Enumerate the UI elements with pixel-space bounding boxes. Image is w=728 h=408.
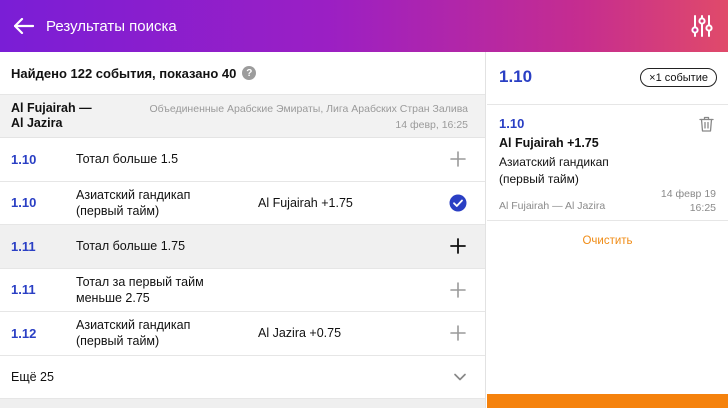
bet-odd: 1.10 (11, 151, 37, 167)
bet-slip-panel: 1.10 ×1 событие 1.10 Al Fujairah +1.75 А… (487, 52, 728, 408)
bet-selection: Al Fujairah +1.75 (258, 195, 353, 210)
bet-market: Азиатский гандикап (первый тайм) (76, 182, 190, 225)
bet-market: Тотал больше 1.5 (76, 138, 178, 181)
slip-count-badge[interactable]: ×1 событие (640, 68, 717, 87)
slip-item-match: Al Fujairah — Al Jazira (499, 200, 606, 212)
plus-icon[interactable] (449, 150, 467, 168)
filter-button[interactable] (690, 14, 714, 38)
bet-odd: 1.10 (11, 195, 37, 211)
chevron-down-icon (454, 373, 466, 380)
match-header[interactable]: Al Fujairah — Al Jazira Объединенные Ара… (0, 95, 485, 138)
top-bar: Результаты поиска (0, 0, 728, 52)
check-circle-icon[interactable] (449, 194, 467, 212)
bet-odd: 1.11 (11, 282, 36, 298)
plus-icon[interactable] (449, 237, 467, 255)
back-button[interactable] (4, 0, 44, 52)
bet-row[interactable]: 1.10 Тотал больше 1.5 (0, 138, 485, 182)
match-date: 14 февр, 16:25 (395, 119, 468, 131)
bet-market: Азиатский гандикап (первый тайм) (76, 312, 190, 355)
arrow-left-icon (14, 18, 34, 34)
bet-market-line: (первый тайм) (76, 203, 160, 218)
slip-item-market: Азиатский гандикап (первый тайм) (499, 155, 609, 186)
slip-item-selection: Al Fujairah +1.75 (499, 136, 599, 150)
help-icon[interactable]: ? (242, 66, 257, 80)
bet-market-line: Тотал за первый тайм (76, 274, 204, 289)
slip-item-time-line: 16:25 (689, 202, 716, 214)
trash-icon[interactable] (699, 116, 714, 132)
match-league: Объединенные Арабские Эмираты, Лига Араб… (149, 103, 468, 115)
bet-odd: 1.12 (11, 325, 37, 341)
slip-item-odd: 1.10 (499, 116, 525, 131)
bet-row[interactable]: 1.10 Азиатский гандикап (первый тайм) Al… (0, 182, 485, 225)
plus-icon[interactable] (449, 281, 467, 299)
bet-market-line: (первый тайм) (76, 334, 160, 349)
bet-row[interactable]: 1.11 Тотал больше 1.75 (0, 225, 485, 269)
clear-button[interactable]: Очистить (487, 235, 728, 247)
bet-row[interactable]: 1.11 Тотал за первый тайм меньше 2.75 (0, 269, 485, 312)
place-bet-bar[interactable] (487, 394, 728, 408)
bet-market-line: Азиатский гандикап (76, 318, 191, 333)
bet-odd: 1.11 (11, 238, 36, 254)
sliders-icon (691, 15, 713, 37)
bet-market-line: Тотал больше 1.75 (76, 239, 186, 254)
bet-market: Тотал за первый тайм меньше 2.75 (76, 269, 204, 312)
list-footer (0, 398, 485, 408)
slip-item-date: 14 февр 19 16:25 (661, 187, 716, 215)
bet-slip-header: 1.10 ×1 событие (487, 52, 728, 105)
bet-selection: Al Jazira +0.75 (258, 326, 342, 341)
bet-market-line: Азиатский гандикап (76, 187, 191, 202)
bet-market: Тотал больше 1.75 (76, 225, 185, 268)
page-title: Результаты поиска (46, 17, 177, 35)
plus-icon[interactable] (449, 324, 467, 342)
show-more-label: Ещё 25 (11, 369, 54, 384)
bet-market-line: Тотал больше 1.5 (76, 152, 179, 167)
show-more-button[interactable]: Ещё 25 (0, 356, 485, 399)
bet-row[interactable]: 1.12 Азиатский гандикап (первый тайм) Al… (0, 312, 485, 356)
search-results-panel: Найдено 122 события, показано 40 ? Al Fu… (0, 52, 486, 408)
slip-item: 1.10 Al Fujairah +1.75 Азиатский гандика… (487, 105, 728, 221)
slip-total-odd: 1.10 (499, 67, 533, 86)
results-count-bar: Найдено 122 события, показано 40 ? (0, 52, 485, 95)
match-name: Al Fujairah — Al Jazira (11, 101, 92, 130)
results-count-text: Найдено 122 события, показано 40 (11, 65, 237, 81)
bet-market-line: меньше 2.75 (76, 290, 150, 305)
slip-item-date-line: 14 февр 19 (660, 188, 716, 200)
